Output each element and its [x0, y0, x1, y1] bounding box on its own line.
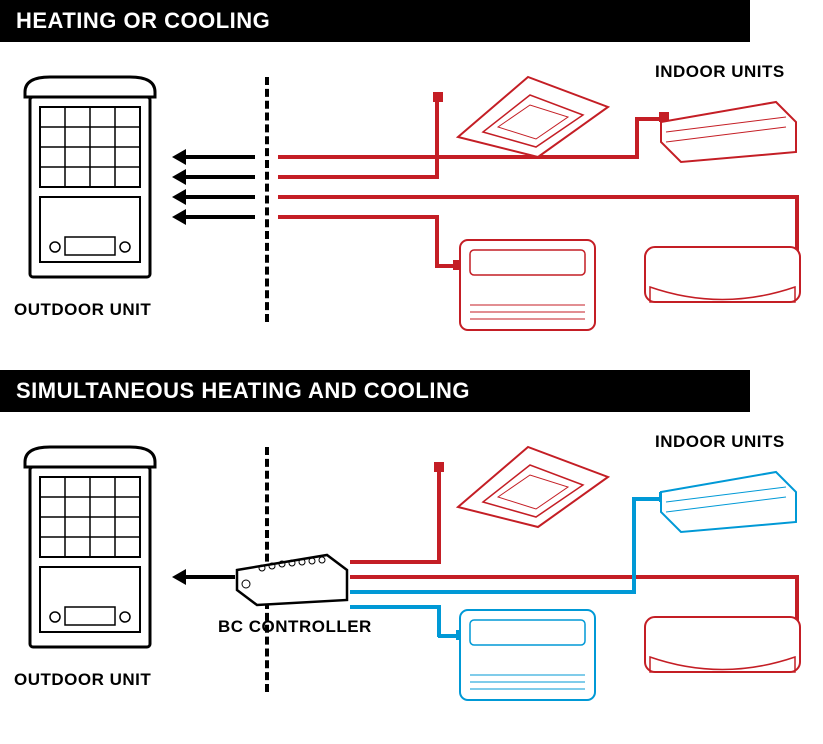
floor-unit-icon [450, 600, 605, 710]
arrow-left-icon [172, 189, 186, 205]
vertical-divider-1 [265, 77, 269, 322]
ceiling-cassette-unit-icon [438, 67, 618, 162]
bc-controller-icon [232, 550, 352, 610]
outdoor-unit-label-2: OUTDOOR UNIT [14, 670, 151, 690]
arrow-left-icon [172, 569, 186, 585]
blue-pipe [350, 590, 635, 594]
arrow-left-icon [172, 209, 186, 225]
bc-controller-label: BC CONTROLLER [218, 617, 372, 637]
black-line [185, 155, 255, 159]
red-pipe [435, 215, 439, 267]
outdoor-unit-icon [10, 72, 170, 292]
blue-pipe [350, 605, 440, 609]
wall-unit-icon [640, 612, 805, 687]
black-line [185, 175, 255, 179]
section-simultaneous: SIMULTANEOUS HEATING AND COOLING OUTDOOR… [0, 370, 823, 744]
arrow-left-icon [172, 169, 186, 185]
blue-pipe [632, 497, 636, 594]
diagram-1: OUTDOOR UNIT INDOOR UNITS [0, 42, 823, 372]
ducted-unit-icon [656, 467, 801, 537]
section-title-1: HEATING OR COOLING [0, 0, 750, 42]
red-pipe [278, 195, 798, 199]
ceiling-cassette-unit-icon [438, 437, 618, 532]
indoor-units-label-1: INDOOR UNITS [655, 62, 785, 82]
red-pipe [278, 215, 438, 219]
diagram-2: OUTDOOR UNIT INDOOR UNITS BC CONTROLLER [0, 412, 823, 742]
black-line [185, 575, 235, 579]
black-line [185, 195, 255, 199]
red-pipe [635, 117, 639, 159]
wall-unit-icon [640, 242, 805, 317]
floor-unit-icon [450, 230, 605, 340]
red-pipe [278, 175, 438, 179]
black-line [185, 215, 255, 219]
section-title-2: SIMULTANEOUS HEATING AND COOLING [0, 370, 750, 412]
section-heating-or-cooling: HEATING OR COOLING OUTDOOR UNIT INDOOR U… [0, 0, 823, 370]
red-pipe [350, 575, 798, 579]
outdoor-unit-icon [10, 442, 170, 662]
red-pipe [350, 560, 440, 564]
indoor-units-label-2: INDOOR UNITS [655, 432, 785, 452]
ducted-unit-icon [656, 97, 801, 167]
blue-pipe [437, 605, 441, 637]
outdoor-unit-label-1: OUTDOOR UNIT [14, 300, 151, 320]
arrow-left-icon [172, 149, 186, 165]
